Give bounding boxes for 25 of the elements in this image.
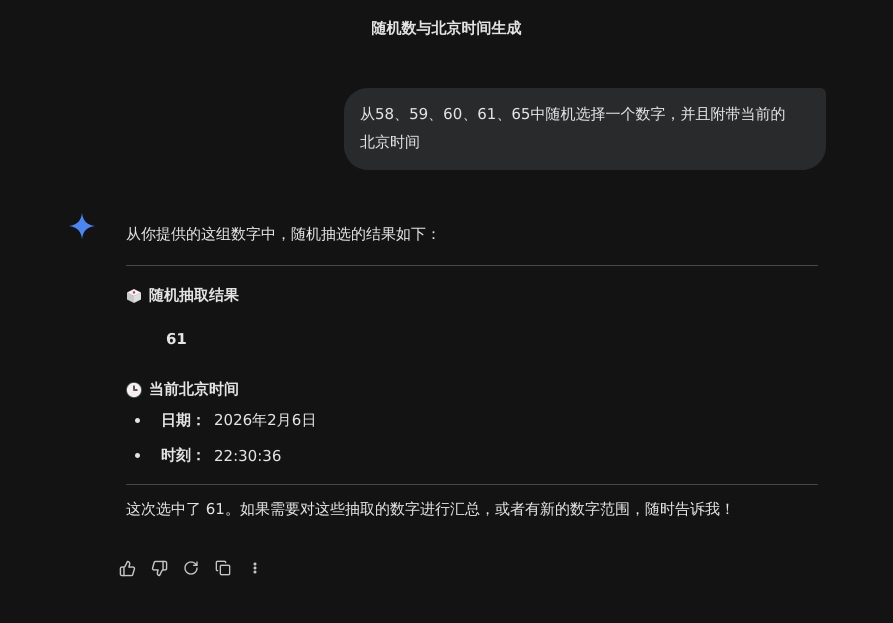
result-number: 61 (166, 330, 188, 348)
copy-button[interactable] (214, 559, 232, 577)
item-label: 时刻： (161, 446, 206, 465)
bullet-icon (135, 453, 140, 458)
item-value: 22:30:36 (214, 446, 282, 464)
thumbs-up-button[interactable] (118, 559, 136, 577)
sparkle-icon (68, 212, 96, 240)
response-closing: 这次选中了 61。如果需要对这些抽取的数字进行汇总，或者有新的数字范围，随时告诉我！ (126, 499, 736, 520)
response-intro: 从你提供的这组数字中，随机抽选的结果如下： (126, 224, 442, 245)
copy-icon (215, 560, 231, 576)
dice-icon (126, 288, 142, 304)
refresh-icon (183, 560, 199, 576)
section-heading: 当前北京时间 (149, 380, 239, 399)
thumbs-down-icon (150, 560, 168, 576)
item-label: 日期： (161, 411, 206, 430)
user-message: 从58、59、60、61、65中随机选择一个数字，并且附带当前的北京时间 (344, 88, 826, 170)
chat-title: 随机数与北京时间生成 (370, 18, 522, 39)
bullet-icon (135, 418, 140, 423)
thumbs-up-icon (118, 560, 136, 576)
section-heading: 随机抽取结果 (149, 286, 239, 305)
more-icon (253, 562, 257, 574)
clock-icon (126, 382, 142, 398)
item-value: 2026年2月6日 (214, 411, 316, 430)
regenerate-button[interactable] (182, 559, 200, 577)
thumbs-down-button[interactable] (150, 559, 168, 577)
